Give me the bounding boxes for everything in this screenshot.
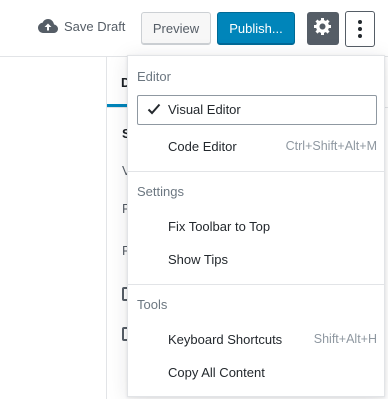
menu-group-title-editor: Editor — [137, 69, 171, 84]
menu-item-keyboard-shortcuts[interactable]: Keyboard Shortcuts Shift+Alt+H — [137, 325, 377, 355]
menu-item-visual-editor[interactable]: Visual Editor — [137, 95, 377, 125]
preview-button[interactable]: Preview — [141, 12, 211, 45]
menu-divider — [128, 171, 384, 172]
menu-divider — [128, 284, 384, 285]
menu-item-shortcut: Shift+Alt+H — [313, 332, 377, 346]
save-draft-button[interactable]: Save Draft — [38, 18, 125, 34]
menu-item-copy-all-content[interactable]: Copy All Content — [137, 358, 377, 388]
menu-item-label: Keyboard Shortcuts — [168, 332, 283, 347]
gear-icon — [313, 16, 333, 41]
publish-button[interactable]: Publish... — [217, 12, 295, 45]
menu-item-code-editor[interactable]: Code Editor Ctrl+Shift+Alt+M — [137, 132, 377, 162]
menu-group-title-settings: Settings — [137, 184, 184, 199]
menu-item-show-tips[interactable]: Show Tips — [137, 245, 377, 275]
menu-item-label: Visual Editor — [168, 102, 241, 117]
menu-item-label: Fix Toolbar to Top — [168, 219, 271, 234]
menu-item-label: Show Tips — [168, 252, 228, 267]
editor-header-toolbar: Save Draft Preview Publish... — [0, 0, 388, 57]
checkmark-icon — [146, 101, 162, 117]
menu-item-fix-toolbar-to-top[interactable]: Fix Toolbar to Top — [137, 212, 377, 242]
settings-button[interactable] — [307, 12, 339, 45]
save-draft-label: Save Draft — [64, 18, 126, 34]
menu-item-label: Copy All Content — [168, 365, 265, 380]
cloud-upload-icon — [38, 18, 58, 34]
more-menu-button[interactable] — [345, 11, 375, 47]
menu-group-title-tools: Tools — [137, 297, 168, 312]
more-tools-options-menu: Editor Visual Editor Code Editor Ctrl+Sh… — [127, 55, 385, 397]
menu-item-label: Code Editor — [168, 139, 237, 154]
menu-item-shortcut: Ctrl+Shift+Alt+M — [285, 139, 377, 153]
vertical-ellipsis-icon — [358, 20, 362, 24]
